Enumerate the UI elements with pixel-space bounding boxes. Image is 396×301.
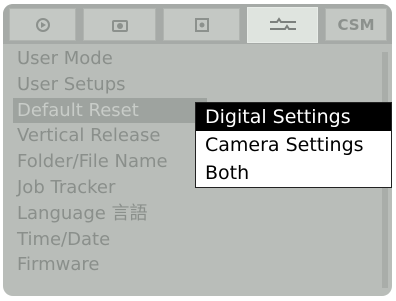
playback-icon: [33, 17, 53, 33]
tab-display[interactable]: [163, 8, 240, 41]
menu-item-language[interactable]: Language 言語: [13, 201, 383, 227]
tab-setup[interactable]: [247, 7, 318, 43]
tab-playback[interactable]: [9, 8, 76, 41]
tab-csm[interactable]: CSM: [325, 8, 387, 41]
menu-item-time-date[interactable]: Time/Date: [13, 227, 383, 253]
menu-item-default-reset[interactable]: Default Reset: [13, 97, 207, 124]
menu-item-user-setups[interactable]: User Setups: [13, 72, 383, 98]
tab-bar: CSM: [3, 4, 392, 44]
setup-icon: [268, 16, 298, 34]
tab-shooting[interactable]: [83, 8, 156, 41]
submenu-item-digital-settings[interactable]: Digital Settings: [196, 103, 391, 131]
display-icon: [193, 17, 211, 33]
submenu-item-camera-settings[interactable]: Camera Settings: [196, 131, 391, 159]
camera-icon: [111, 17, 129, 33]
menu-item-user-mode[interactable]: User Mode: [13, 46, 383, 72]
submenu-item-both[interactable]: Both: [196, 159, 391, 187]
menu-item-firmware[interactable]: Firmware: [13, 252, 383, 278]
default-reset-submenu: Digital Settings Camera Settings Both: [195, 102, 392, 188]
camera-menu-screen: CSM User Mode User Setups Default Reset …: [3, 4, 392, 296]
csm-tab-label: CSM: [337, 15, 375, 34]
